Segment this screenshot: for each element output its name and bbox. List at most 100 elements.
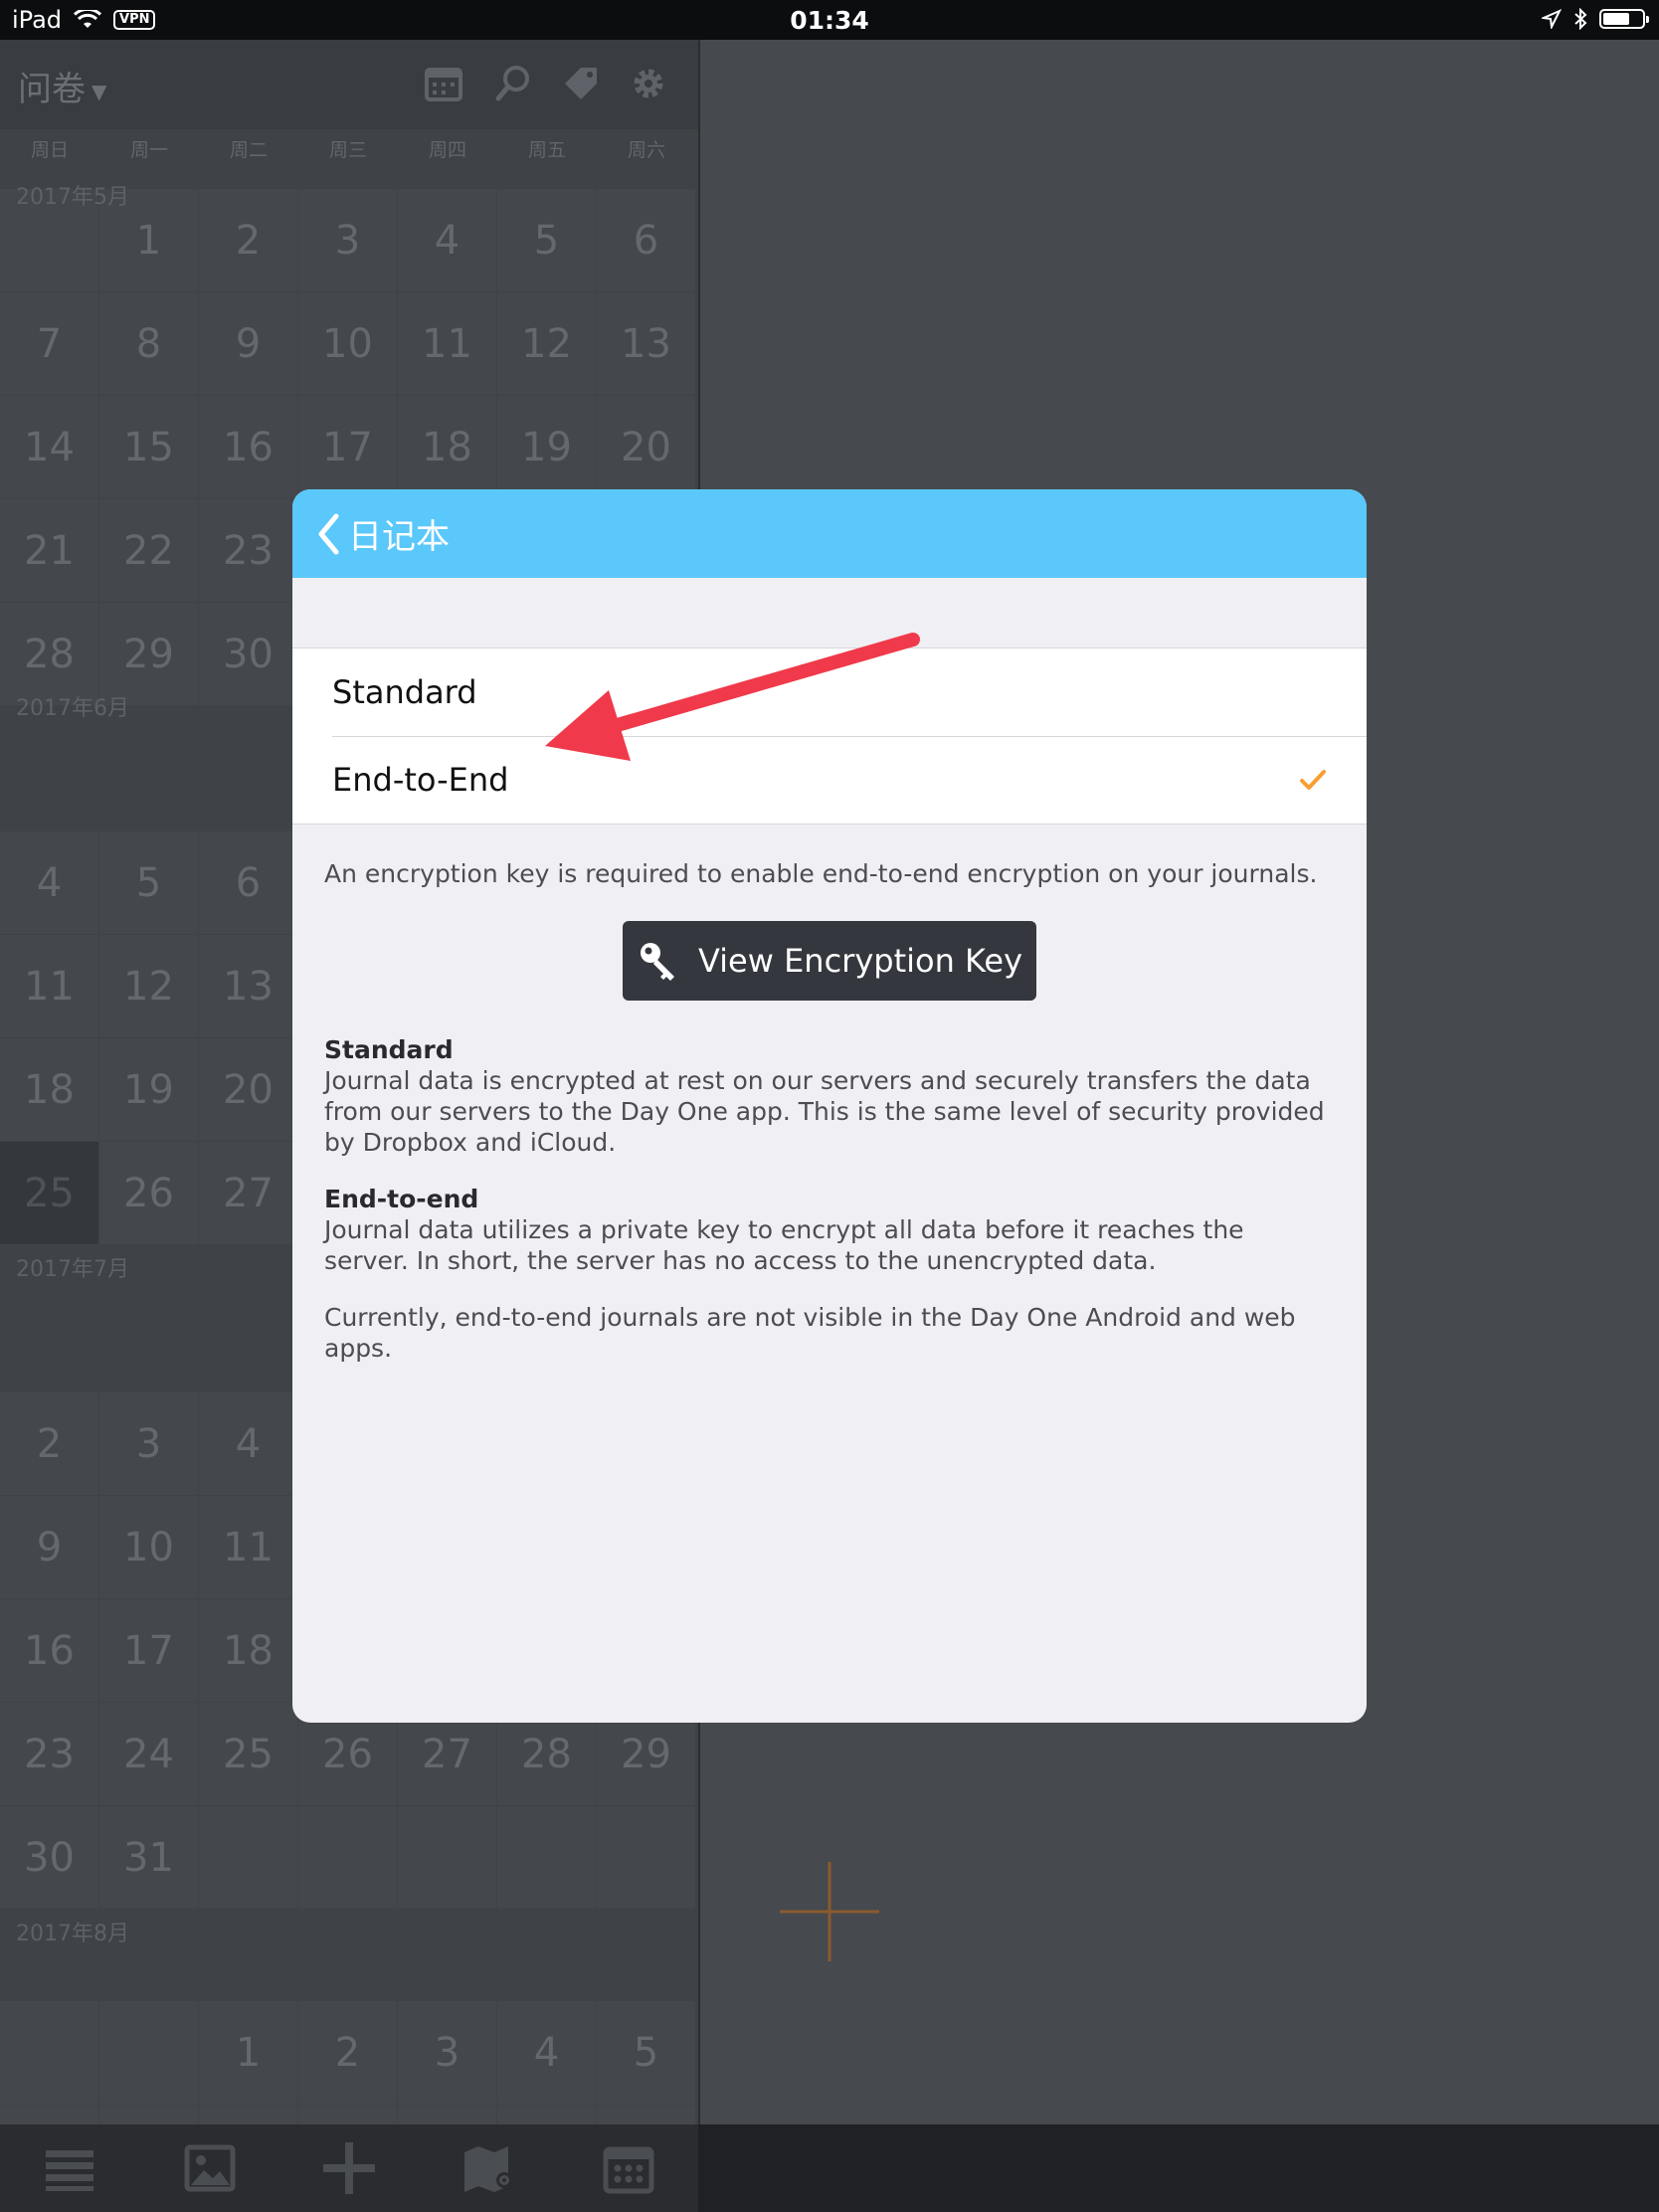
calendar-day[interactable]: 10: [298, 292, 397, 395]
status-right: [1542, 8, 1649, 30]
new-entry-plus-icon[interactable]: [778, 1860, 881, 1963]
back-label: 日记本: [348, 517, 450, 557]
calendar-day[interactable]: 13: [597, 292, 695, 395]
calendar-day[interactable]: 9: [0, 1496, 98, 1598]
calendar-day[interactable]: 6: [597, 189, 695, 291]
search-icon[interactable]: [491, 62, 535, 105]
option-end-to-end[interactable]: End-to-End: [292, 736, 1367, 824]
calendar-empty-cell: [298, 1806, 397, 1909]
calendar-day[interactable]: 22: [99, 499, 198, 602]
calendar-day[interactable]: 14: [0, 396, 98, 498]
calendar-day[interactable]: 11: [398, 292, 496, 395]
calendar-day[interactable]: 6: [199, 831, 297, 934]
calendar-day[interactable]: 18: [398, 396, 496, 498]
calendar-day[interactable]: 21: [0, 499, 98, 602]
calendar-day[interactable]: 5: [597, 2001, 695, 2104]
calendar-day[interactable]: 7: [99, 2105, 198, 2124]
journal-selector[interactable]: 问卷 ▼: [18, 62, 106, 110]
calendar-empty-cell: [0, 2001, 98, 2104]
calendar-day[interactable]: 4: [398, 189, 496, 291]
calendar-week-row: 7 8 9 10 11 12 13: [0, 292, 698, 396]
calendar-day[interactable]: 12: [99, 935, 198, 1037]
calendar-day[interactable]: 20: [199, 1038, 297, 1141]
tag-icon[interactable]: [559, 62, 603, 105]
calendar-day[interactable]: 17: [298, 396, 397, 498]
calendar-day[interactable]: 30: [199, 603, 297, 705]
back-button[interactable]: 日记本: [316, 509, 450, 558]
calendar-week-row: 14 15 16 17 18 19 20: [0, 396, 698, 499]
encryption-modal: 日记本 Standard End-to-End An encryption ke…: [292, 489, 1367, 1723]
calendar-day[interactable]: 17: [99, 1599, 198, 1702]
calendar-day[interactable]: 6: [0, 2105, 98, 2124]
weekday-label: 周二: [229, 139, 268, 161]
calendar-day[interactable]: 1: [199, 2001, 297, 2104]
calendar-day[interactable]: 19: [99, 1038, 198, 1141]
tab-bar: [0, 2124, 1659, 2212]
view-key-label: View Encryption Key: [697, 941, 1023, 980]
calendar-day[interactable]: 8: [199, 2105, 297, 2124]
add-icon[interactable]: [321, 2140, 377, 2196]
calendar-day[interactable]: 5: [497, 189, 596, 291]
chevron-left-icon: [318, 513, 339, 554]
calendar-day[interactable]: 25: [0, 1142, 98, 1244]
calendar-day[interactable]: 3: [298, 189, 397, 291]
calendar-day[interactable]: 20: [597, 396, 695, 498]
calendar-day[interactable]: 5: [99, 831, 198, 934]
calendar-day[interactable]: 30: [0, 1806, 98, 1909]
calendar-day[interactable]: 2: [199, 189, 297, 291]
calendar-empty-cell: [497, 1806, 596, 1909]
calendar-day[interactable]: 26: [99, 1142, 198, 1244]
journal-title: 问卷: [18, 70, 86, 109]
calendar-day[interactable]: 9: [199, 292, 297, 395]
calendar-day[interactable]: 7: [0, 292, 98, 395]
option-label: End-to-End: [332, 761, 509, 799]
calendar-week-row: 30 31: [0, 1806, 698, 1910]
view-encryption-key-button[interactable]: View Encryption Key: [623, 921, 1036, 1001]
calendar-day[interactable]: 4: [199, 1392, 297, 1495]
calendar-day[interactable]: 9: [298, 2105, 397, 2124]
calendar-day[interactable]: 10: [99, 1496, 198, 1598]
calendar-icon[interactable]: [422, 62, 465, 105]
calendar-day[interactable]: 4: [0, 831, 98, 934]
photo-icon[interactable]: [182, 2140, 238, 2196]
list-icon[interactable]: [42, 2140, 97, 2196]
calendar-day[interactable]: 3: [398, 2001, 496, 2104]
calendar-empty-cell: [597, 1806, 695, 1909]
calendar-day[interactable]: 23: [199, 499, 297, 602]
calendar-day[interactable]: 23: [0, 1703, 98, 1805]
sidebar-header: 问卷 ▼: [0, 40, 698, 129]
calendar-day[interactable]: 16: [0, 1599, 98, 1702]
calendar-day[interactable]: 11: [199, 1496, 297, 1598]
calendar-day[interactable]: 2: [298, 2001, 397, 2104]
calendar-day[interactable]: 11: [0, 935, 98, 1037]
calendar-day[interactable]: 4: [497, 2001, 596, 2104]
info-text: An encryption key is required to enable …: [324, 859, 1318, 888]
calendar-day[interactable]: 11: [497, 2105, 596, 2124]
weekday-label: 周四: [428, 139, 466, 161]
calendar-day[interactable]: 31: [99, 1806, 198, 1909]
calendar-day[interactable]: 24: [99, 1703, 198, 1805]
calendar-day[interactable]: 25: [199, 1703, 297, 1805]
calendar-day[interactable]: 19: [497, 396, 596, 498]
calendar-day[interactable]: 12: [597, 2105, 695, 2124]
calendar-day[interactable]: 2: [0, 1392, 98, 1495]
calendar-day[interactable]: 18: [0, 1038, 98, 1141]
calendar-tab-icon[interactable]: [601, 2140, 656, 2196]
checkmark-icon: [1300, 770, 1326, 790]
calendar-empty-cell: [99, 2001, 198, 2104]
option-standard[interactable]: Standard: [292, 648, 1367, 736]
e2e-heading: End-to-end: [324, 1185, 479, 1213]
calendar-day[interactable]: 8: [99, 292, 198, 395]
calendar-day[interactable]: 12: [497, 292, 596, 395]
gear-icon[interactable]: [627, 62, 670, 105]
calendar-day[interactable]: 27: [199, 1142, 297, 1244]
calendar-day[interactable]: 10: [398, 2105, 496, 2124]
map-icon[interactable]: [461, 2140, 516, 2196]
calendar-day[interactable]: 16: [199, 396, 297, 498]
calendar-day[interactable]: 15: [99, 396, 198, 498]
calendar-day[interactable]: 3: [99, 1392, 198, 1495]
calendar-day[interactable]: 18: [199, 1599, 297, 1702]
modal-body: An encryption key is required to enable …: [292, 858, 1367, 1364]
calendar-day[interactable]: 13: [199, 935, 297, 1037]
